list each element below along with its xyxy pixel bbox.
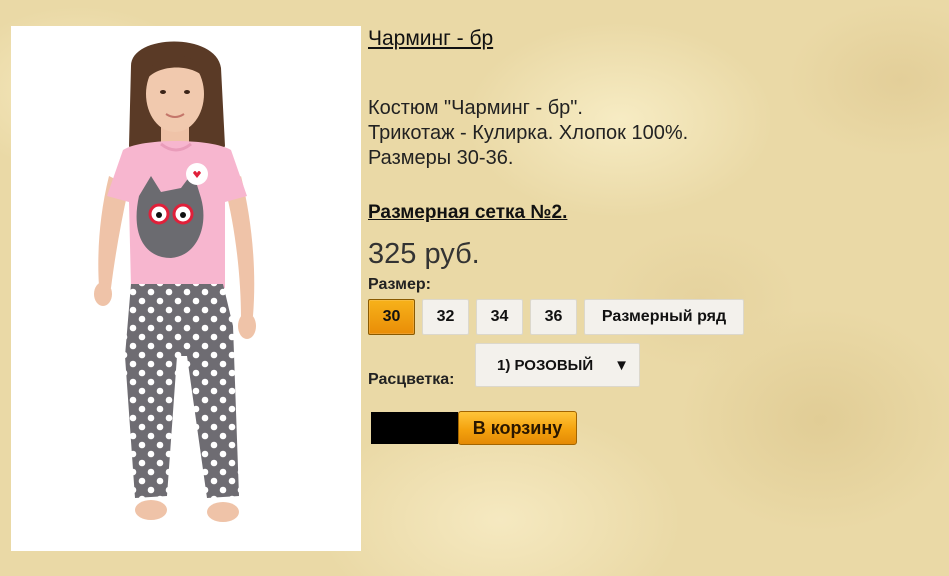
add-to-cart-button[interactable]: В корзину (458, 411, 577, 445)
product-photo[interactable] (11, 26, 361, 551)
product-photo-illustration (94, 41, 256, 522)
description-line: Размеры 30-36. (368, 147, 514, 169)
size-option-36[interactable]: 36 (530, 299, 577, 335)
product-title-link[interactable]: Чарминг - бр (368, 27, 493, 51)
color-select-value: 1) РОЗОВЫЙ (497, 356, 594, 374)
quantity-field[interactable] (371, 412, 458, 444)
triangle-down-icon: ▼ (614, 356, 629, 374)
color-select[interactable]: 1) РОЗОВЫЙ ▼ (475, 343, 640, 387)
price: 325 руб. (368, 238, 480, 270)
size-range-button[interactable]: Размерный ряд (584, 299, 744, 335)
size-label: Размер: (368, 276, 431, 293)
size-options: 30 32 34 36 Размерный ряд (368, 299, 744, 335)
size-option-32[interactable]: 32 (422, 299, 469, 335)
size-option-34[interactable]: 34 (476, 299, 523, 335)
size-option-30[interactable]: 30 (368, 299, 415, 335)
size-chart-link[interactable]: Размерная сетка №2. (368, 202, 567, 224)
product-description: Костюм "Чарминг - бр". Трикотаж - Кулирк… (368, 96, 688, 171)
description-line: Трикотаж - Кулирка. Хлопок 100%. (368, 122, 689, 144)
color-label: Расцветка: (368, 371, 455, 388)
description-line: Костюм "Чарминг - бр". (368, 97, 583, 119)
